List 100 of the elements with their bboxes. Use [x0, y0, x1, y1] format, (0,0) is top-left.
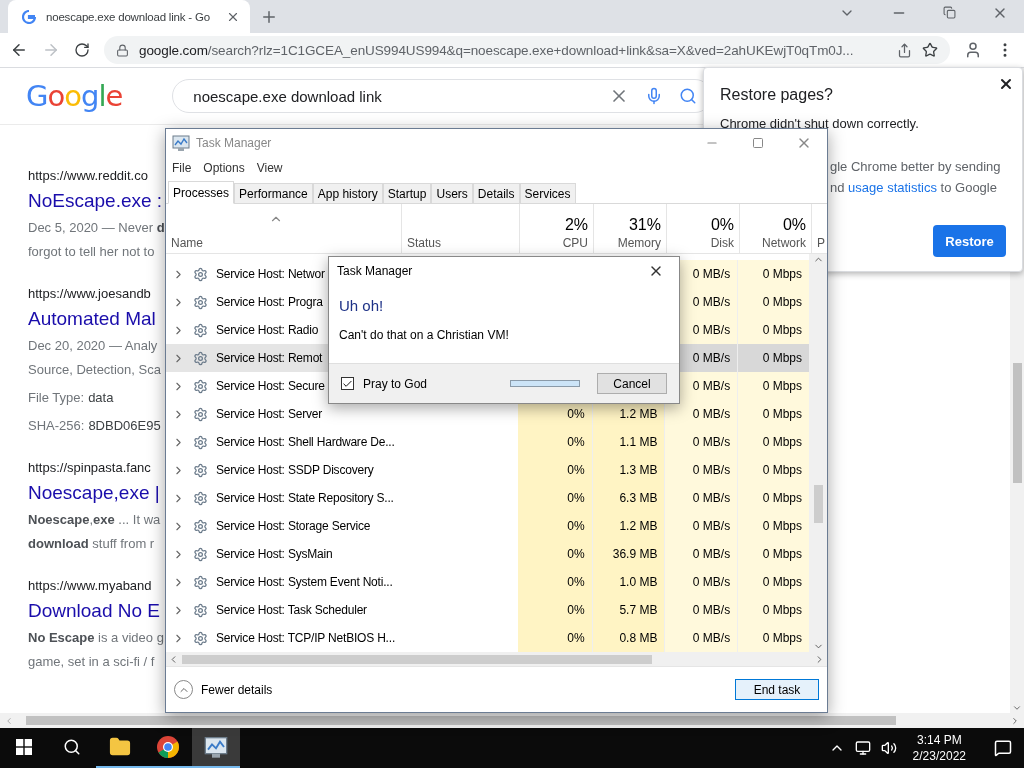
table-cell: 0 MB/s — [692, 379, 731, 393]
result-url[interactable]: https://www.reddit.co — [28, 168, 148, 183]
process-row[interactable]: Service Host: Task Scheduler 0% 5.7 MB 0 MB/s 0 Mbps — [166, 596, 809, 624]
table-cell: 0 Mbps — [762, 631, 802, 645]
table-cell: 0 Mbps — [762, 267, 802, 281]
process-row[interactable]: Service Host: State Repository S... 0% 6.3 MB 0 MB/s 0 Mbps — [166, 484, 809, 512]
process-row[interactable]: Service Host: Shell Hardware De... 0% 1.1 MB 0 MB/s 0 Mbps — [166, 428, 809, 456]
restore-button[interactable]: Restore — [933, 225, 1006, 257]
table-cell: 0% — [567, 575, 585, 589]
result-snippet: download stuff from r — [28, 535, 155, 553]
menu-item[interactable]: Options — [203, 161, 245, 175]
column-header[interactable]: Memory — [617, 236, 661, 250]
process-row[interactable]: Service Host: Storage Service 0% 1.2 MB 0 MB/s 0 Mbps — [166, 512, 809, 540]
process-name: Service Host: Progra — [216, 295, 323, 309]
popup-text: nd — [830, 180, 845, 195]
result-snippet: forgot to tell her not to — [28, 243, 155, 261]
column-total: 0% — [710, 216, 734, 234]
tab[interactable]: Users — [431, 183, 473, 203]
table-cell: 0 MB/s — [692, 491, 731, 505]
table-cell: 0 Mbps — [762, 351, 802, 365]
table-cell: 0 MB/s — [692, 631, 731, 645]
table-cell: 0 MB/s — [692, 603, 731, 617]
tab[interactable]: App history — [312, 183, 383, 203]
process-name: Service Host: SSDP Discovery — [216, 463, 374, 477]
result-title[interactable]: NoEscape.exe : — [28, 190, 163, 212]
table-cell: 0 Mbps — [762, 519, 802, 533]
table-cell: 1.2 MB — [619, 407, 658, 421]
table-cell: 0% — [567, 463, 585, 477]
dialog-heading: Uh oh! — [339, 297, 385, 314]
address-bar[interactable]: google.com/search?rlz=1C1GCEA_enUS994US994&q=noescape.exe+download+link&sa=X&ved=2ahUKEwjT0qTm0J... — [104, 36, 950, 64]
process-row[interactable]: Service Host: TCP/IP NetBIOS H... 0% 0.8 MB 0 MB/s 0 Mbps — [166, 624, 809, 652]
table-cell: 0 Mbps — [762, 379, 802, 393]
tab[interactable]: Details — [472, 183, 520, 203]
browser-tab[interactable]: noescape.exe download link - Go — [8, 0, 250, 33]
usage-statistics-link[interactable]: usage statistics — [848, 180, 937, 195]
process-row[interactable]: Service Host: SSDP Discovery 0% 1.3 MB 0 MB/s 0 Mbps — [166, 456, 809, 484]
table-cell: 0 MB/s — [692, 407, 731, 421]
table-cell: 0 MB/s — [692, 267, 731, 281]
process-row[interactable]: Service Host: Server 0% 1.2 MB 0 MB/s 0 Mbps — [166, 400, 809, 428]
result-snippet: Dec 5, 2020 — Never d — [28, 219, 165, 237]
process-name: Service Host: Task Scheduler — [216, 603, 367, 617]
result-title[interactable]: Noescape,exe | — [28, 482, 160, 504]
column-header[interactable]: P — [817, 236, 825, 250]
process-name: Service Host: Server — [216, 407, 323, 421]
meta-value: data — [88, 389, 114, 407]
result-title[interactable]: Download No E — [28, 600, 161, 622]
column-header[interactable]: Status — [407, 236, 442, 250]
column-header[interactable]: Name — [171, 236, 203, 250]
table-cell: 0 Mbps — [762, 491, 802, 505]
process-name: Service Host: Storage Service — [216, 519, 371, 533]
table-cell: 0 MB/s — [692, 295, 731, 309]
table-cell: 0 MB/s — [692, 323, 731, 337]
column-header[interactable]: Disk — [710, 236, 734, 250]
table-cell: 1.2 MB — [619, 519, 658, 533]
end-task-button[interactable]: End task — [735, 679, 819, 700]
fewer-details-button[interactable]: Fewer details — [174, 680, 273, 699]
column-header[interactable]: CPU — [562, 236, 588, 250]
table-cell: 36.9 MB — [612, 547, 658, 561]
table-cell: 0 MB/s — [692, 519, 731, 533]
clock[interactable]: 3:14 PM 2/23/2022 — [912, 732, 966, 764]
popup-message: Chrome didn't shut down correctly. — [720, 116, 920, 131]
process-row[interactable]: Service Host: SysMain 0% 36.9 MB 0 MB/s 0 Mbps — [166, 540, 809, 568]
table-cell: 0 Mbps — [762, 295, 802, 309]
result-url[interactable]: https://www.myaband — [28, 578, 152, 593]
result-snippet: Noescape,exe ... It wa — [28, 511, 161, 529]
result-url[interactable]: https://spinpasta.fanc — [28, 460, 151, 475]
tab[interactable]: Processes — [168, 181, 235, 204]
meta-label: File Type: — [28, 389, 85, 407]
tab[interactable]: Services — [519, 183, 576, 203]
popup-title: Restore pages? — [720, 86, 834, 104]
process-name: Service Host: Secure — [216, 379, 325, 393]
process-name: Service Host: TCP/IP NetBIOS H... — [216, 631, 395, 645]
tab[interactable]: Performance — [234, 183, 313, 203]
process-name: Service Host: System Event Noti... — [216, 575, 393, 589]
popup-text: gle Chrome better by sending — [830, 159, 1002, 174]
process-name: Service Host: Remot — [216, 351, 323, 365]
table-cell: 1.3 MB — [619, 463, 658, 477]
table-cell: 0 Mbps — [762, 323, 802, 337]
column-total: 31% — [628, 216, 661, 234]
table-cell: 0% — [567, 407, 585, 421]
menu-item[interactable]: File — [172, 161, 192, 175]
process-name: Service Host: Shell Hardware De... — [216, 435, 395, 449]
cancel-button[interactable]: Cancel — [597, 373, 667, 394]
result-snippet: game, set in a sci-fi / f — [28, 653, 155, 671]
tab[interactable]: Startup — [382, 183, 432, 203]
result-title[interactable]: Automated Mal — [28, 308, 156, 330]
process-name: Service Host: Networ — [216, 267, 325, 281]
table-cell: 0 Mbps — [762, 435, 802, 449]
table-cell: 0 MB/s — [692, 575, 731, 589]
process-row[interactable]: Service Host: System Event Noti... 0% 1.0 MB 0 MB/s 0 Mbps — [166, 568, 809, 596]
menu-item[interactable]: View — [256, 161, 283, 175]
result-snippet: Dec 20, 2020 — Analy — [28, 337, 158, 355]
column-header[interactable]: Network — [762, 236, 806, 250]
table-cell: 6.3 MB — [619, 491, 658, 505]
google-logo[interactable]: Google — [26, 79, 123, 113]
table-cell: 0 MB/s — [692, 463, 731, 477]
process-name: Service Host: Radio — [216, 323, 319, 337]
result-url[interactable]: https://www.joesandb — [28, 286, 151, 301]
table-cell: 1.1 MB — [619, 435, 658, 449]
table-cell: 1.0 MB — [619, 575, 658, 589]
